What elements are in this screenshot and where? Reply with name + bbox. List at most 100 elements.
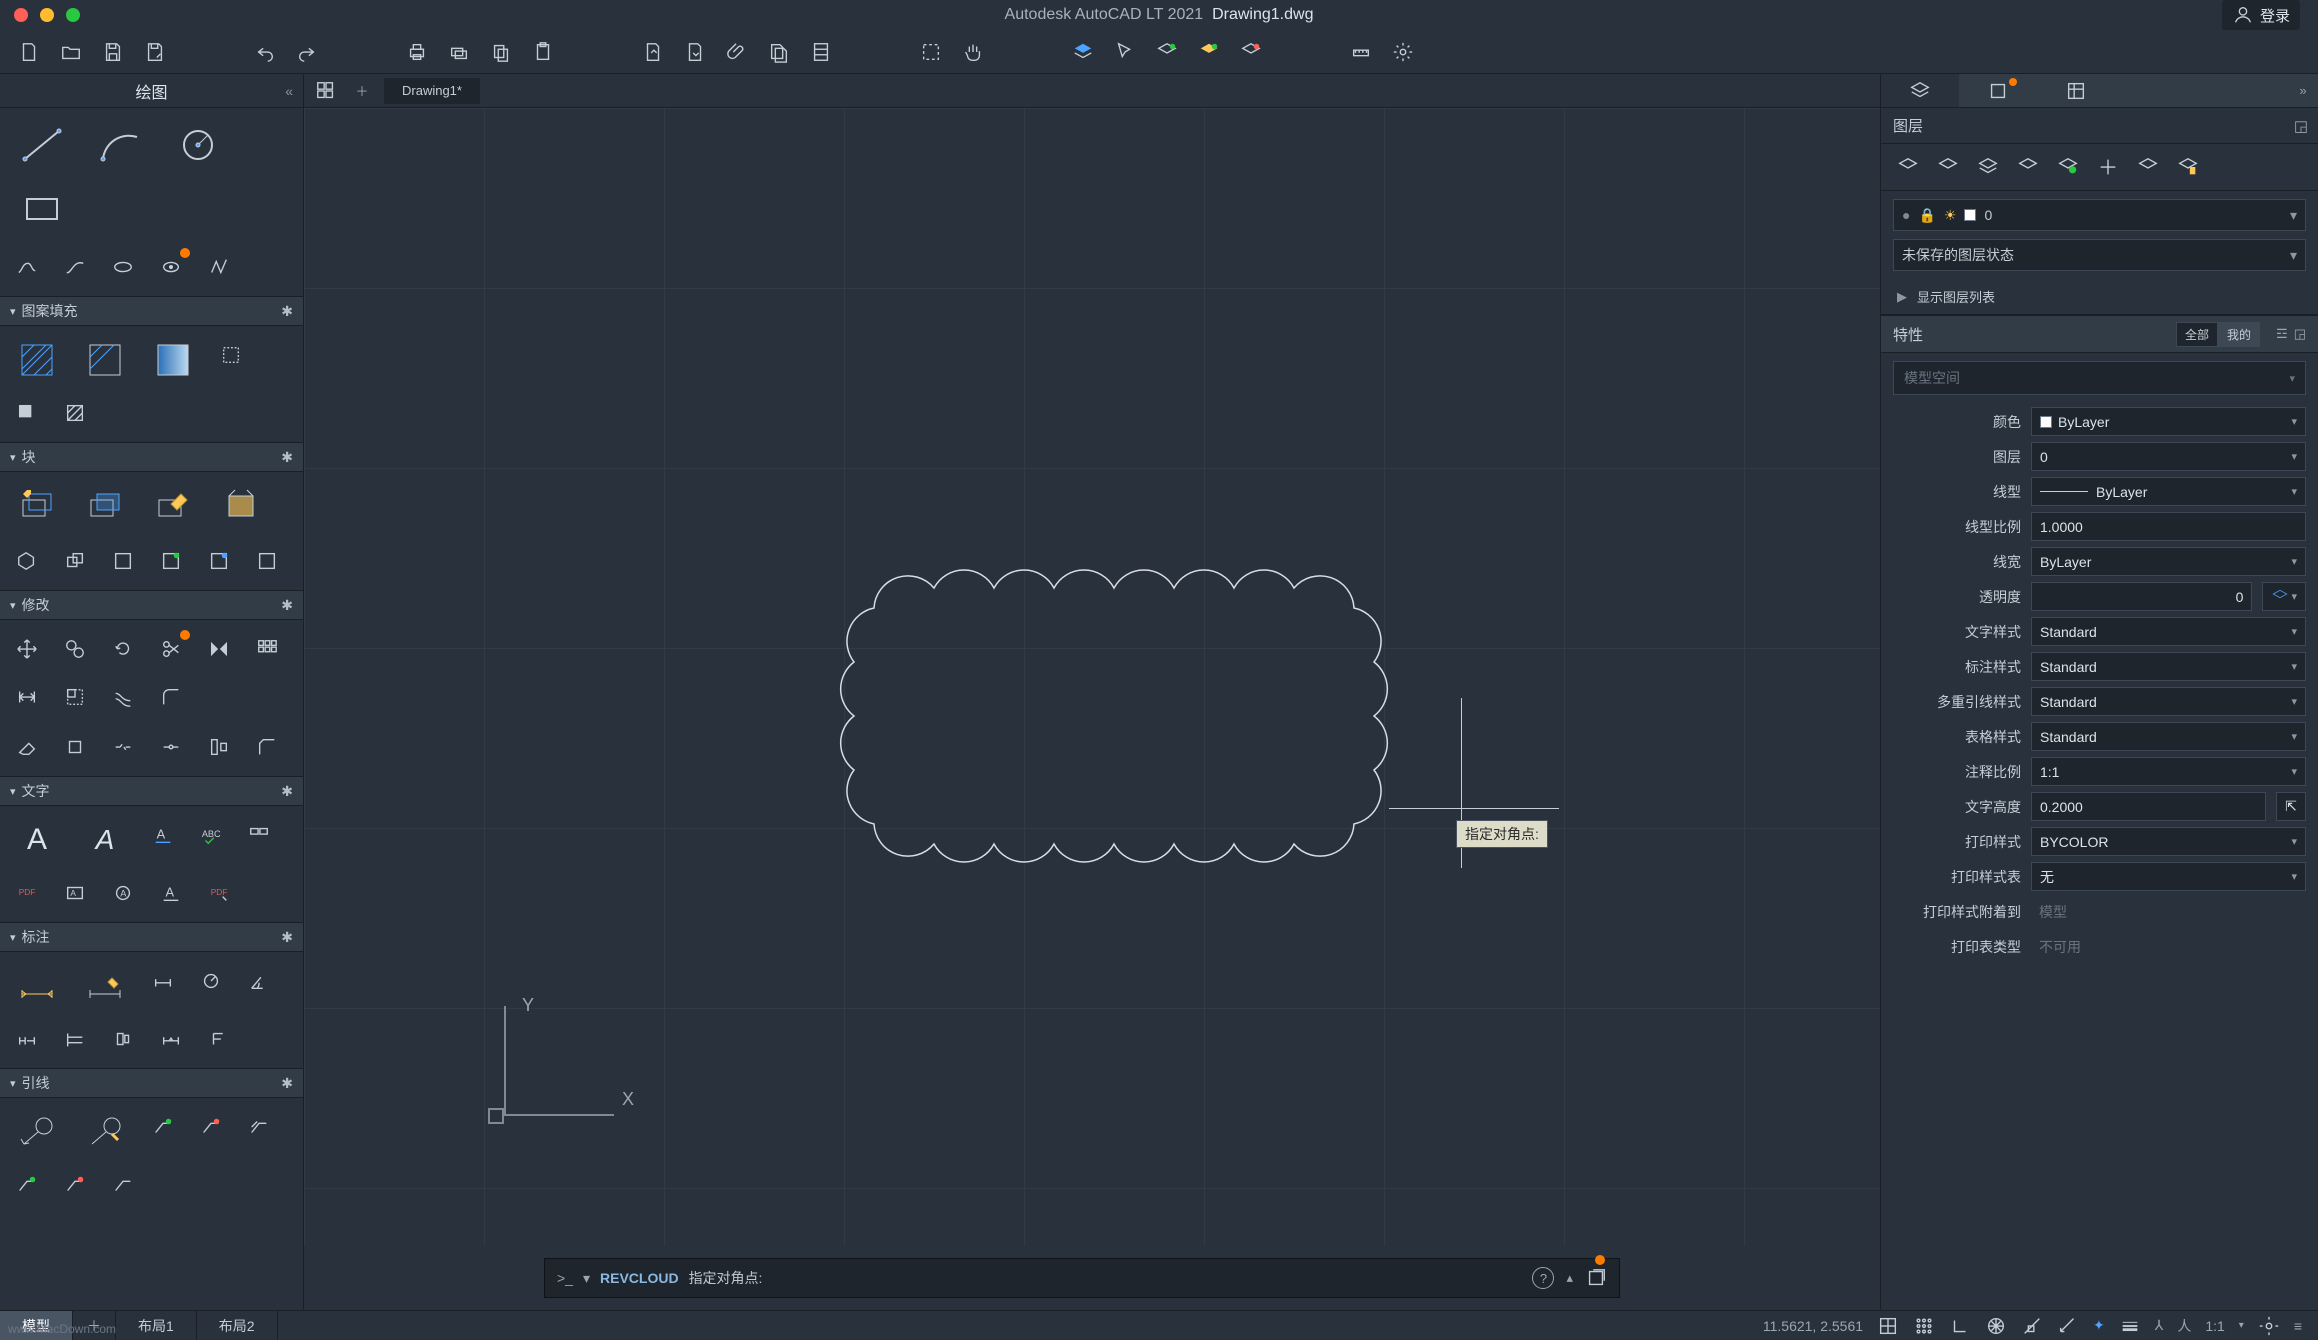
spellcheck-tool[interactable]: ABC [190,814,232,856]
block-insert-tool[interactable] [74,480,136,532]
cmd-popout-icon[interactable] [1585,1267,1607,1289]
layer-freeze-icon[interactable] [1933,154,1963,180]
align-tool[interactable] [198,726,240,768]
popout-icon[interactable]: ◲ [2294,117,2308,135]
gear-icon[interactable]: ✱ [281,449,293,466]
prop-transparency-toggle[interactable]: ▾ [2262,582,2306,611]
rtab-xref[interactable] [2037,74,2115,107]
dim-tool[interactable] [74,960,136,1012]
drawing-canvas[interactable]: ＋ Drawing1* 指定对角点: YX >_▾ REVCLOUD 指定对角点… [304,74,1880,1310]
dim-ord-tool[interactable] [102,1018,144,1060]
text-tool[interactable]: A [74,814,136,866]
file-tab[interactable]: Drawing1* [384,78,480,104]
window-min-icon[interactable] [40,8,54,22]
seg-all[interactable]: 全部 [2176,322,2218,347]
measure-button[interactable] [1346,37,1376,67]
panel-leader[interactable]: ▾引线✱ [0,1068,303,1098]
block-ref-tool[interactable] [198,540,240,582]
pan-button[interactable] [958,37,988,67]
mirror-tool[interactable] [198,628,240,670]
layer-isolate-button[interactable] [1194,37,1224,67]
text-find-tool[interactable]: A [54,872,96,914]
prop-layer[interactable]: 0▾ [2031,442,2306,471]
expand-layer-list[interactable]: ▶显示图层列表 [1881,279,2318,315]
undo-button[interactable] [250,37,280,67]
point-tool[interactable] [198,246,240,288]
new-button[interactable] [14,37,44,67]
move-tool[interactable] [6,628,48,670]
layer-walk-icon[interactable] [2173,154,2203,180]
gear-icon[interactable]: ✱ [281,597,293,614]
field-tool[interactable] [238,814,280,856]
block-create-tool[interactable] [6,480,68,532]
saveas-button[interactable] [140,37,170,67]
window-max-icon[interactable] [66,8,80,22]
layer-state-combo[interactable]: 未保存的图层状态▾ [1893,239,2306,271]
pdf-export-tool[interactable]: PDF [198,872,240,914]
panel-hatch[interactable]: ▾图案填充✱ [0,296,303,326]
block-tag-tool[interactable] [6,540,48,582]
dim-aligned-tool[interactable] [142,960,184,1002]
dim-angle-tool[interactable] [238,960,280,1002]
rectangle-tool[interactable] [6,180,78,238]
collapse-icon[interactable]: « [285,83,293,99]
layer-on-icon[interactable] [1893,154,1923,180]
rotate-tool[interactable] [102,628,144,670]
props-popout-icon[interactable]: ◲ [2294,326,2306,342]
sheet-button[interactable] [806,37,836,67]
command-line[interactable]: >_▾ REVCLOUD 指定对角点: ? ▴ [544,1258,1620,1298]
stretch-tool[interactable] [6,676,48,718]
mtext-tool[interactable]: A [6,814,68,866]
login-button[interactable]: 登录 [2222,0,2300,30]
zoom-ext-button[interactable] [916,37,946,67]
text-align-tool[interactable]: A [150,872,192,914]
chamfer-tool[interactable] [246,726,288,768]
open-button[interactable] [56,37,86,67]
prop-dimstyle[interactable]: Standard▾ [2031,652,2306,681]
prop-annoscale[interactable]: 1:1▾ [2031,757,2306,786]
explode-tool[interactable] [54,726,96,768]
paste-button[interactable] [528,37,558,67]
layer-iso-icon[interactable] [2093,154,2123,180]
arc-tool[interactable] [84,116,156,174]
prop-linetype[interactable]: ByLayer▾ [2031,477,2306,506]
offset-tool[interactable] [102,676,144,718]
region-tool[interactable] [6,392,48,434]
scale-display[interactable]: 1:1 [2205,1318,2224,1334]
trim-tool[interactable] [150,628,192,670]
circle-tool[interactable] [162,116,234,174]
export-button[interactable] [680,37,710,67]
layer-combo[interactable]: ● 🔒 ☀ 0 ▾ [1893,199,2306,231]
layout2-tab[interactable]: 布局2 [197,1311,278,1340]
dim-break-tool[interactable] [150,1018,192,1060]
dim-cont-tool[interactable] [6,1018,48,1060]
layer-prev-icon[interactable] [2053,154,2083,180]
prop-textheight-pick[interactable]: ⇱ [2276,792,2306,821]
help-icon[interactable]: ? [1532,1267,1554,1289]
block-sync-tool[interactable] [54,540,96,582]
dim-over-tool[interactable] [198,1018,240,1060]
block-edit-tool[interactable] [142,480,204,532]
ortho-toggle[interactable] [1949,1315,1971,1337]
leader-rem-tool[interactable] [190,1106,232,1148]
rtab-blocks[interactable] [1959,74,2037,107]
batch-print-button[interactable] [444,37,474,67]
layout1-tab[interactable]: 布局1 [116,1311,197,1340]
dim-linear-tool[interactable] [6,960,68,1012]
join-tool[interactable] [150,726,192,768]
prop-tablestyle[interactable]: Standard▾ [2031,722,2306,751]
hatch-tool[interactable] [6,334,68,386]
hatch-solid-tool[interactable] [74,334,136,386]
redo-button[interactable] [292,37,322,67]
leader-tool-tool[interactable] [102,1164,144,1206]
prop-color[interactable]: ByLayer▾ [2031,407,2306,436]
leader-style-tool[interactable] [54,1164,96,1206]
workspace-toggle[interactable] [2258,1315,2280,1337]
block-write-tool[interactable] [246,540,288,582]
dim-radius-tool[interactable] [190,960,232,1002]
props-list-icon[interactable]: ☲ [2276,326,2288,342]
fillet-tool[interactable] [150,676,192,718]
gear-icon[interactable]: ✱ [281,1075,293,1092]
panel-modify[interactable]: ▾修改✱ [0,590,303,620]
panel-dim[interactable]: ▾标注✱ [0,922,303,952]
